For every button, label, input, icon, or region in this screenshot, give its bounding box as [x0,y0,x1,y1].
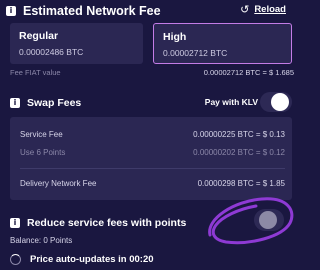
fee-row-value: 0.00000202 BTC = $ 0.12 [193,148,285,157]
swap-fees-screen: i Estimated Network Fee ↺ Reload Regular… [0,0,300,270]
points-discount-row: Use 6 Points 0.00000202 BTC = $ 0.12 [20,148,285,157]
fee-row-label: Use 6 Points [20,148,66,157]
reload-label: Reload [254,4,286,15]
fee-option-value: 0.00002712 BTC [163,48,228,58]
fee-row-value: 0.0000298 BTC = $ 1.85 [197,179,285,188]
fee-fiat-label: Fee FIAT value [10,68,61,77]
pay-with-klv-label: Pay with KLV [204,97,258,107]
swap-fee-breakdown: Service Fee 0.00000225 BTC = $ 0.13 Use … [10,117,292,200]
fee-option-name: Regular [19,30,59,42]
network-fee-title: Estimated Network Fee [23,4,161,18]
divider [20,168,285,169]
info-icon[interactable]: i [10,218,20,228]
network-fee-header: i Estimated Network Fee ↺ Reload [6,2,294,20]
refresh-icon: ↺ [240,3,250,16]
auto-update-status: Price auto-updates in 00:20 [10,254,154,265]
fee-fiat-value: 0.00002712 BTC = $ 1.685 [203,68,294,77]
auto-update-text: Price auto-updates in 00:20 [30,254,154,265]
fee-row-value: 0.00000225 BTC = $ 0.13 [193,130,285,139]
fee-option-value: 0.00002486 BTC [19,47,84,57]
swap-fees-title: Swap Fees [27,97,82,109]
service-fee-row: Service Fee 0.00000225 BTC = $ 0.13 [20,130,285,139]
reload-button[interactable]: ↺ Reload [240,3,286,16]
reduce-fees-toggle[interactable] [254,209,284,231]
reduce-fees-title: Reduce service fees with points [27,217,187,229]
toggle-knob [271,93,289,111]
swap-fees-header: i Swap Fees Pay with KLV [10,92,294,112]
fee-option-name: High [163,31,187,43]
delivery-fee-row: Delivery Network Fee 0.0000298 BTC = $ 1… [20,179,285,188]
loading-spinner-icon [10,254,21,265]
fee-row-label: Delivery Network Fee [20,179,97,188]
toggle-knob [259,211,277,229]
fee-option-regular[interactable]: Regular 0.00002486 BTC [10,23,143,64]
fee-fiat-row: Fee FIAT value 0.00002712 BTC = $ 1.685 [10,68,294,77]
info-icon[interactable]: i [10,98,20,108]
pay-with-klv-toggle[interactable] [260,92,292,112]
fee-option-high[interactable]: High 0.00002712 BTC [153,23,292,64]
fee-row-label: Service Fee [20,130,63,139]
points-balance: Balance: 0 Points [10,236,73,245]
info-icon[interactable]: i [6,6,16,16]
